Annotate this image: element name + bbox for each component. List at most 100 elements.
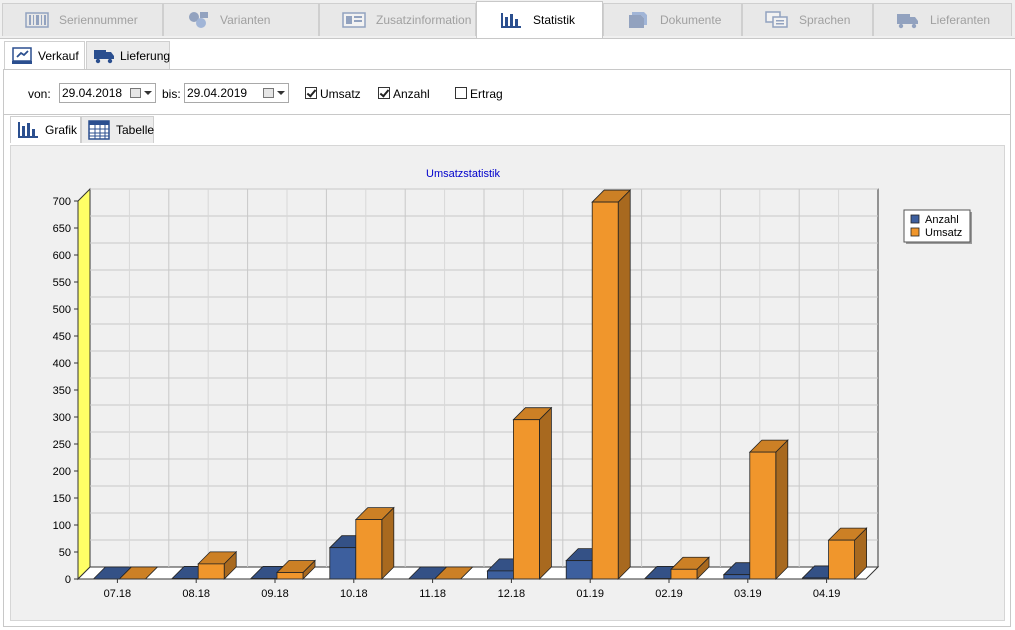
bar-front-face	[486, 570, 514, 580]
legend-swatch	[910, 227, 920, 237]
ertrag-checkbox[interactable]	[455, 87, 467, 99]
chart-title: Umsatzstatistik	[426, 168, 500, 180]
bar-side-face	[775, 439, 789, 580]
info-card-icon	[342, 11, 366, 29]
chevron-down-icon[interactable]	[144, 91, 152, 95]
x-tick-label: 11.18	[419, 588, 446, 600]
bar-side-face	[539, 406, 552, 580]
y-tick-label: 400	[53, 358, 71, 370]
divider	[4, 114, 1010, 115]
legend-swatch	[910, 214, 920, 224]
y-tick-label: 550	[53, 277, 71, 289]
umsatz-checkbox-label: Umsatz	[320, 87, 361, 101]
tab-lieferanten[interactable]: Lieferanten	[873, 3, 1012, 36]
bar-front-face	[329, 547, 357, 580]
view-tab-label: Grafik	[45, 123, 78, 137]
from-date-value: 29.04.2018	[62, 86, 123, 100]
x-tick-label: 03.19	[734, 588, 762, 600]
tab-statistik[interactable]: Statistik	[476, 1, 603, 38]
x-tick-label: 01.19	[576, 588, 604, 600]
bar-front-face	[355, 519, 383, 580]
tab-label: Dokumente	[660, 13, 722, 27]
variants-icon	[186, 11, 210, 29]
bar-front-face	[512, 419, 540, 580]
legend-label: Umsatz	[925, 227, 962, 239]
document-icon	[626, 11, 650, 29]
bar-front-face	[565, 560, 593, 580]
bar-umsatz	[827, 527, 868, 580]
umsatz-chart: Umsatzstatistik 0 50 100 150 200 250 300 350 400…	[53, 168, 972, 600]
bar-umsatz	[748, 439, 789, 580]
tab-label: Varianten	[220, 13, 271, 27]
y-tick-label: 500	[53, 304, 71, 316]
chart-legend: AnzahlUmsatz	[903, 209, 972, 244]
x-tick-label: 07.18	[104, 588, 132, 600]
y-tick-label: 700	[53, 196, 71, 208]
bar-front-face	[670, 568, 698, 580]
bar-front-face	[749, 451, 777, 580]
view-tab-label: Tabelle	[116, 123, 155, 137]
ertrag-checkbox-label: Ertrag	[470, 87, 503, 101]
tab-label: Statistik	[533, 13, 576, 27]
x-tick-label: 09.18	[261, 588, 289, 600]
y-tick-label: 200	[53, 466, 71, 478]
bar-umsatz	[354, 506, 395, 580]
view-tab-grafik[interactable]: Grafik	[10, 116, 81, 143]
bar-front-face	[828, 539, 855, 580]
to-date-picker[interactable]: 29.04.2019	[184, 83, 289, 103]
bar-umsatz	[591, 189, 632, 580]
tab-zusatzinformation[interactable]: Zusatzinformation	[319, 3, 476, 36]
tab-label: Lieferanten	[930, 13, 991, 27]
bar-side-face	[617, 189, 631, 580]
view-tab-tabelle[interactable]: Tabelle	[81, 116, 154, 143]
y-tick-label: 300	[53, 412, 71, 424]
subtab-label: Lieferung	[120, 48, 171, 63]
y-tick-label: 650	[53, 223, 71, 235]
subtab-verkauf[interactable]: Verkauf	[4, 41, 85, 70]
x-tick-label: 08.18	[182, 588, 210, 600]
from-date-picker[interactable]: 29.04.2018	[59, 83, 156, 103]
tab-label: Zusatzinformation	[376, 13, 472, 27]
y-tick-label: 600	[53, 250, 71, 262]
bar-chart-icon	[17, 120, 39, 140]
subtab-lieferung[interactable]: Lieferung	[86, 41, 170, 69]
to-label: bis:	[162, 87, 181, 101]
calendar-icon[interactable]	[263, 88, 274, 98]
tab-dokumente[interactable]: Dokumente	[603, 3, 742, 36]
anzahl-checkbox-label: Anzahl	[393, 87, 430, 101]
umsatz-checkbox[interactable]	[305, 87, 317, 99]
y-tick-label: 100	[53, 520, 71, 532]
y-tick-label: 450	[53, 331, 71, 343]
y-tick-label: 50	[59, 547, 71, 559]
tab-label: Seriennummer	[59, 13, 138, 27]
chart-area: Umsatzstatistik 0 50 100 150 200 250 300 350 400…	[10, 145, 1005, 621]
filter-bar: von: 29.04.2018 bis: 29.04.2019 Umsatz A…	[10, 70, 1007, 116]
y-tick-label: 150	[53, 493, 71, 505]
chevron-down-icon[interactable]	[277, 91, 285, 95]
sales-icon	[11, 47, 33, 65]
x-tick-label: 12.18	[498, 588, 526, 600]
bar-front-face	[197, 563, 225, 580]
from-label: von:	[28, 87, 51, 101]
subtab-label: Verkauf	[38, 49, 79, 63]
tab-seriennummer[interactable]: Seriennummer	[2, 3, 163, 36]
anzahl-checkbox[interactable]	[378, 87, 390, 99]
bar-front-face	[723, 574, 751, 580]
tab-sprachen[interactable]: Sprachen	[742, 3, 873, 36]
top-tab-bar: Seriennummer Varianten Zusatzinformation…	[0, 0, 1015, 39]
table-icon	[88, 120, 110, 140]
tab-varianten[interactable]: Varianten	[163, 3, 319, 36]
y-tick-label: 0	[65, 574, 71, 586]
x-tick-label: 02.19	[655, 588, 683, 600]
bar-front-face	[591, 201, 619, 580]
truck-icon	[93, 47, 115, 65]
to-date-value: 29.04.2019	[187, 86, 248, 100]
barcode-icon	[25, 11, 49, 29]
tab-label: Sprachen	[799, 13, 851, 27]
bar-chart-icon	[499, 11, 523, 29]
languages-icon	[765, 11, 789, 29]
bar-front-face	[276, 572, 304, 580]
legend-label: Anzahl	[925, 214, 959, 226]
y-tick-label: 250	[53, 439, 71, 451]
calendar-icon[interactable]	[130, 88, 141, 98]
